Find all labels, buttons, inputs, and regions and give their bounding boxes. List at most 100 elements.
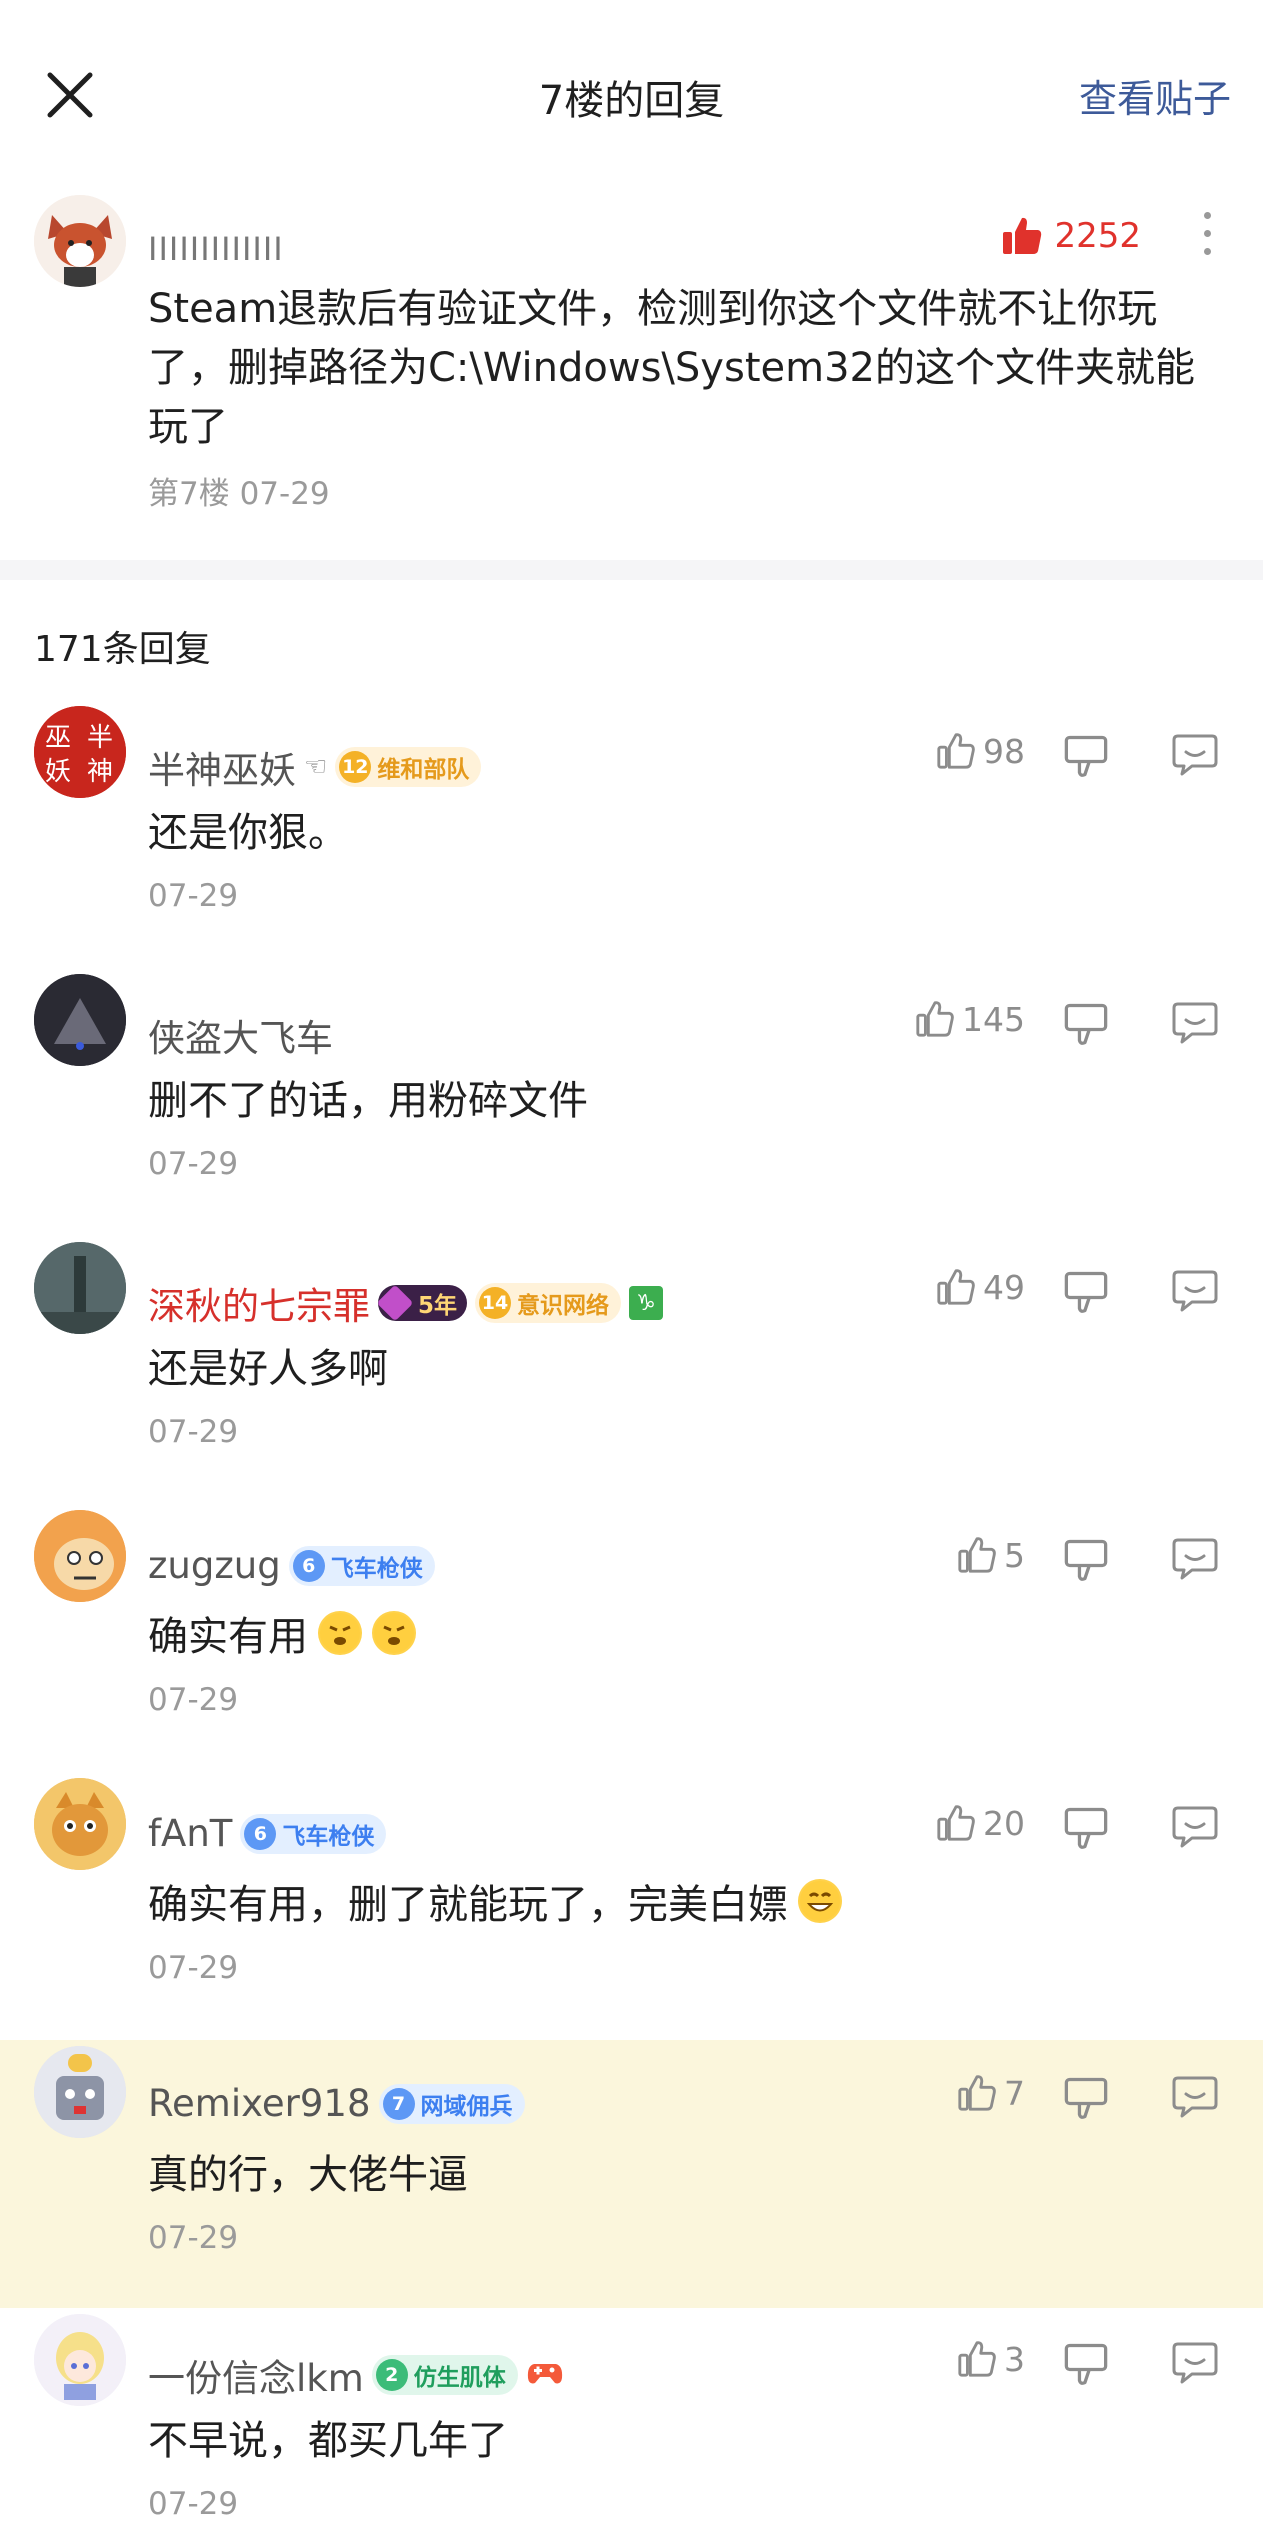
thumbs-down-icon[interactable] bbox=[1062, 1268, 1110, 1316]
reply-date: 07-29 bbox=[148, 1146, 239, 1182]
like-button[interactable]: 49 bbox=[905, 1266, 1025, 1308]
comment-icon[interactable] bbox=[1170, 730, 1220, 780]
svg-text:妖: 妖 bbox=[45, 757, 71, 787]
reply-username[interactable]: zugzug bbox=[148, 1544, 281, 1587]
thumbs-up-icon bbox=[958, 2341, 996, 2377]
reply-username[interactable]: Remixer918 bbox=[148, 2082, 371, 2125]
gamepad-icon bbox=[526, 2354, 564, 2397]
comment-icon[interactable] bbox=[1170, 2072, 1220, 2122]
view-post-link[interactable]: 查看贴子 bbox=[1079, 68, 1231, 123]
reply-text: 删不了的话，用粉碎文件 bbox=[148, 1078, 588, 1124]
level-badge[interactable]: 6 飞车枪侠 bbox=[288, 1545, 435, 1586]
thumbs-up-icon bbox=[958, 2075, 996, 2111]
cartoon-face-avatar-icon bbox=[34, 1510, 126, 1602]
reply-username[interactable]: 半神巫妖 bbox=[148, 740, 296, 794]
reply-username-row: Remixer918 7 网域佣兵 bbox=[148, 2082, 525, 2125]
forest-avatar-icon bbox=[34, 1242, 126, 1334]
avatar[interactable] bbox=[34, 1242, 126, 1334]
top-bar: 7楼的回复 查看贴子 bbox=[0, 0, 1263, 190]
reply-text: 真的行，大佬牛逼 bbox=[148, 2152, 468, 2198]
like-button[interactable]: 3 bbox=[905, 2338, 1025, 2380]
level-badge[interactable]: 14 意识网络 bbox=[475, 1283, 622, 1323]
grin-emoji-icon bbox=[798, 1879, 842, 1923]
comment-icon[interactable] bbox=[1170, 1534, 1220, 1584]
svg-text:神: 神 bbox=[87, 757, 113, 787]
reply-item: 深秋的七宗罪 5年 14 意识网络 ♑ 还是好人多啊 07-29 49 bbox=[0, 1242, 1263, 1514]
reply-item: fAnT 6 飞车枪侠 确实有用，删了就能玩了，完美白嫖 07-29 20 bbox=[0, 1778, 1263, 2050]
reply-date: 07-29 bbox=[148, 1682, 239, 1718]
member-years-badge[interactable]: 5年 bbox=[376, 1284, 468, 1322]
thumbs-down-icon[interactable] bbox=[1062, 2074, 1110, 2122]
like-count: 2252 bbox=[1054, 216, 1141, 256]
avatar[interactable]: 巫 半 妖 神 bbox=[34, 706, 126, 798]
reply-text: 还是好人多啊 bbox=[148, 1346, 388, 1392]
thumbs-down-icon[interactable] bbox=[1062, 1536, 1110, 1584]
more-options-icon[interactable] bbox=[1199, 212, 1215, 264]
reply-date: 07-29 bbox=[148, 2220, 239, 2256]
level-badge[interactable]: 7 网域佣兵 bbox=[378, 2083, 525, 2124]
like-count: 98 bbox=[983, 731, 1025, 771]
avatar[interactable] bbox=[34, 195, 126, 287]
like-button[interactable]: 98 bbox=[905, 730, 1025, 772]
avatar[interactable] bbox=[34, 1510, 126, 1602]
main-floor-post: IIIIIIIIIIIII 2252 Steam退款后有验证文件，检测到你这个文… bbox=[0, 190, 1263, 560]
comment-icon[interactable] bbox=[1170, 998, 1220, 1048]
reply-date: 07-29 bbox=[148, 1950, 239, 1986]
svg-text:半: 半 bbox=[87, 723, 113, 753]
comment-icon[interactable] bbox=[1170, 1802, 1220, 1852]
avatar[interactable] bbox=[34, 2314, 126, 2406]
like-count: 3 bbox=[1004, 2339, 1025, 2379]
fox-avatar-icon bbox=[34, 195, 126, 287]
page-title: 7楼的回复 bbox=[538, 78, 725, 124]
like-button[interactable]: 2252 bbox=[1000, 214, 1141, 258]
anime-girl-avatar-icon bbox=[34, 2314, 126, 2406]
reply-username[interactable]: fAnT bbox=[148, 1812, 232, 1855]
like-count: 7 bbox=[1004, 2073, 1025, 2113]
seal-avatar-icon: 巫 半 妖 神 bbox=[34, 706, 126, 798]
reply-username-row: 侠盗大飞车 bbox=[148, 1008, 333, 1062]
reply-text: 不早说，都买几年了 bbox=[148, 2418, 508, 2464]
thumbs-up-icon bbox=[937, 1805, 975, 1841]
avatar[interactable] bbox=[34, 974, 126, 1066]
thumbs-up-icon bbox=[958, 1537, 996, 1573]
avatar[interactable] bbox=[34, 2046, 126, 2138]
reply-item: 侠盗大飞车 删不了的话，用粉碎文件 07-29 145 bbox=[0, 974, 1263, 1246]
like-count: 145 bbox=[962, 999, 1025, 1039]
reply-username[interactable]: 侠盗大飞车 bbox=[148, 1008, 333, 1062]
avatar[interactable] bbox=[34, 1778, 126, 1870]
level-badge[interactable]: 12 维和部队 bbox=[335, 747, 482, 787]
section-divider bbox=[0, 560, 1263, 580]
username[interactable]: IIIIIIIIIIIII bbox=[148, 230, 284, 268]
like-button[interactable]: 145 bbox=[893, 998, 1025, 1040]
reply-username[interactable]: 深秋的七宗罪 bbox=[148, 1276, 370, 1330]
comment-icon[interactable] bbox=[1170, 2338, 1220, 2388]
thumbs-down-icon[interactable] bbox=[1062, 1000, 1110, 1048]
like-count: 5 bbox=[1004, 1535, 1025, 1575]
thumbs-up-icon bbox=[937, 733, 975, 769]
thumbs-down-icon[interactable] bbox=[1062, 2340, 1110, 2388]
level-badge[interactable]: 6 飞车枪侠 bbox=[240, 1813, 387, 1854]
thumbs-up-icon bbox=[937, 1269, 975, 1305]
reply-text: 确实有用，删了就能玩了，完美白嫖 bbox=[148, 1882, 788, 1928]
level-badge[interactable]: 2 仿生肌体 bbox=[371, 2355, 518, 2395]
cat-avatar-icon bbox=[34, 1778, 126, 1870]
reply-username-row: 一份信念lkm 2 仿生肌体 bbox=[148, 2348, 564, 2402]
thumbs-up-filled-icon bbox=[1003, 217, 1042, 254]
reply-count: 171条回复 bbox=[34, 629, 211, 670]
emoji-icon bbox=[318, 1611, 362, 1655]
dark-car-avatar-icon bbox=[34, 974, 126, 1066]
like-button[interactable]: 5 bbox=[905, 1534, 1025, 1576]
emoji-icon bbox=[372, 1611, 416, 1655]
reply-username[interactable]: 一份信念lkm bbox=[148, 2348, 364, 2402]
reply-item: 一份信念lkm 2 仿生肌体 不早说，都买几年了 07-29 3 bbox=[0, 2314, 1263, 2548]
post-meta: 第7楼 07-29 bbox=[148, 476, 330, 512]
svg-text:巫: 巫 bbox=[45, 723, 71, 753]
reply-item: 巫 半 妖 神 半神巫妖 ☜ 12 维和部队 还是你狠。 07-29 98 bbox=[0, 706, 1263, 978]
like-button[interactable]: 7 bbox=[905, 2072, 1025, 2114]
thumbs-down-icon[interactable] bbox=[1062, 732, 1110, 780]
comment-icon[interactable] bbox=[1170, 1266, 1220, 1316]
reply-text: 还是你狠。 bbox=[148, 810, 348, 856]
reply-username-row: fAnT 6 飞车枪侠 bbox=[148, 1812, 387, 1855]
thumbs-down-icon[interactable] bbox=[1062, 1804, 1110, 1852]
like-button[interactable]: 20 bbox=[905, 1802, 1025, 1844]
